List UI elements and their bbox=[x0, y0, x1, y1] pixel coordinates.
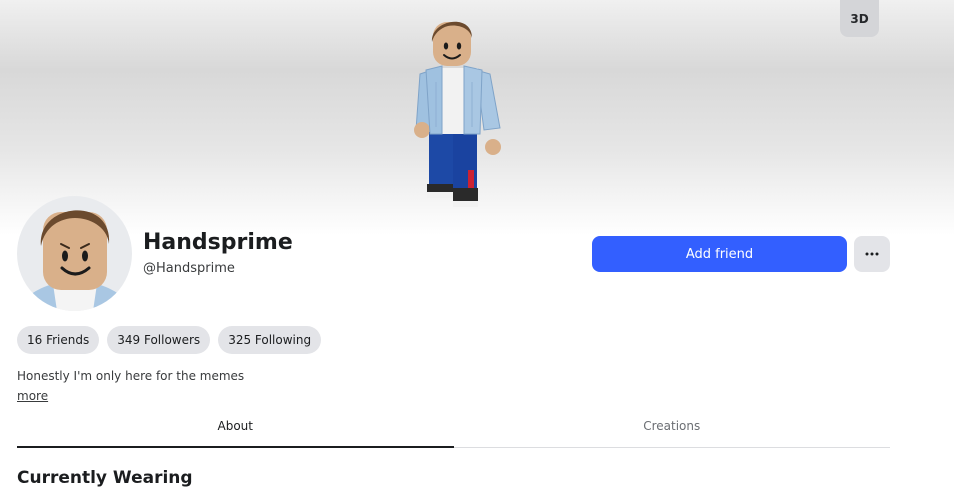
profile-tabs: About Creations bbox=[17, 405, 890, 448]
ellipsis-icon bbox=[865, 252, 879, 256]
bio-more-link[interactable]: more bbox=[17, 389, 48, 403]
username: @Handsprime bbox=[143, 261, 235, 276]
avatar-headshot bbox=[17, 196, 132, 311]
following-count-pill[interactable]: 325 Following bbox=[218, 326, 322, 354]
tab-creations[interactable]: Creations bbox=[454, 405, 891, 447]
avatar-figure bbox=[414, 21, 501, 207]
tab-about[interactable]: About bbox=[17, 405, 454, 448]
followers-count-pill[interactable]: 349 Followers bbox=[107, 326, 211, 354]
more-options-button[interactable] bbox=[854, 236, 890, 272]
friends-count-pill[interactable]: 16 Friends bbox=[17, 326, 100, 354]
display-name: Handsprime bbox=[143, 230, 293, 255]
add-friend-button[interactable]: Add friend bbox=[592, 236, 847, 272]
profile-stats: 16 Friends 349 Followers 325 Following bbox=[17, 326, 322, 354]
profile-bio: Honestly I'm only here for the memes bbox=[17, 369, 245, 383]
view-3d-button[interactable]: 3D bbox=[840, 0, 879, 37]
currently-wearing-heading: Currently Wearing bbox=[17, 468, 193, 488]
